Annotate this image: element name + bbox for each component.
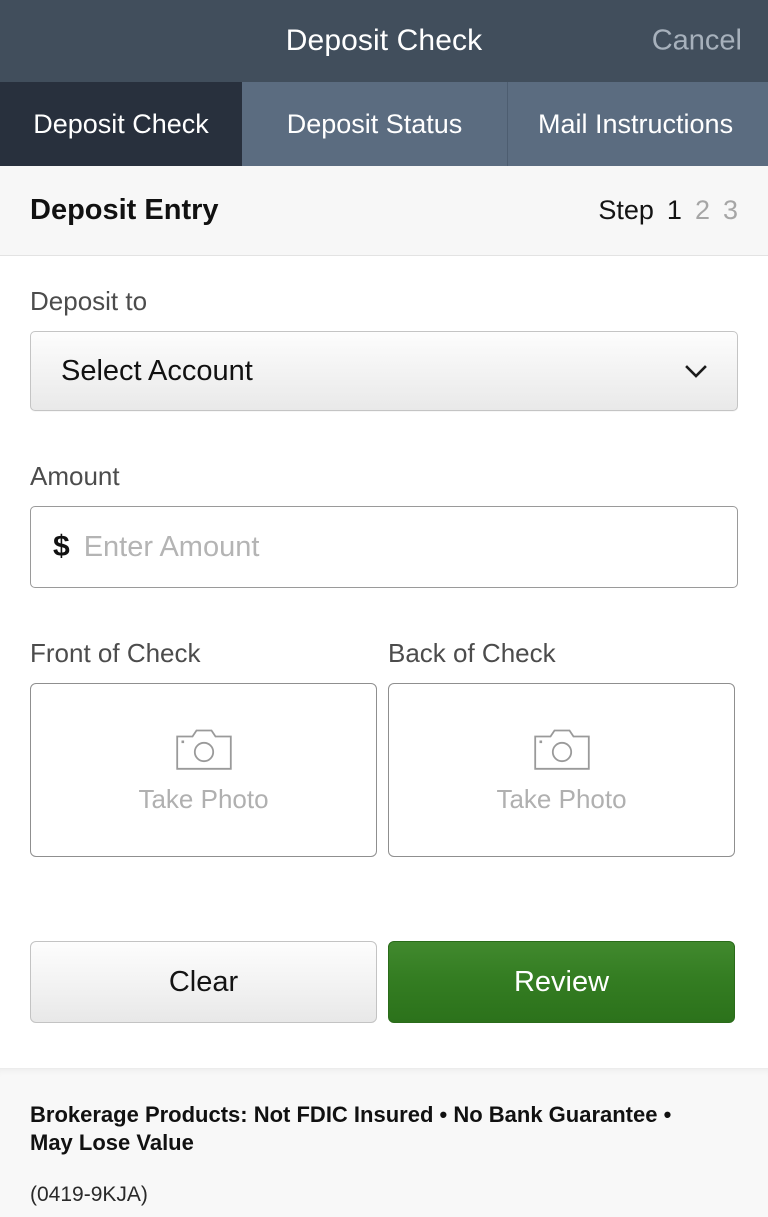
review-button[interactable]: Review [388,941,735,1023]
back-of-check-caption: Take Photo [496,783,627,814]
front-of-check-caption: Take Photo [138,783,269,814]
cancel-button[interactable]: Cancel [652,25,742,58]
back-of-check-capture[interactable]: Take Photo [388,683,735,857]
form-actions: Clear Review [30,941,738,1023]
account-select[interactable]: Select Account [30,331,738,411]
front-of-check-group: Front of Check Take Photo [30,638,377,857]
front-of-check-capture[interactable]: Take Photo [30,683,377,857]
page-title: Deposit Check [285,24,483,57]
step-label: Step [598,195,654,225]
front-of-check-label: Front of Check [30,638,201,668]
step-indicator: Step 1 2 3 [598,195,738,226]
section-title: Deposit Entry [30,194,219,226]
step-1[interactable]: 1 [667,195,682,226]
chevron-down-icon [683,358,709,384]
tab-label: Deposit Check [33,108,209,139]
deposit-to-label: Deposit to [30,286,148,316]
amount-field-wrapper[interactable]: $ [30,506,738,588]
account-select-value: Select Account [61,354,253,387]
tab-label: Mail Instructions [538,108,734,139]
camera-icon [175,726,232,770]
back-of-check-label: Back of Check [388,638,556,668]
tab-label: Deposit Status [286,108,463,139]
deposit-check-screen: Deposit Check Cancel Deposit Check Depos… [0,0,768,1217]
tab-deposit-status[interactable]: Deposit Status [242,82,508,166]
step-2[interactable]: 2 [695,195,710,226]
tab-mail-instructions[interactable]: Mail Instructions [508,82,768,166]
tab-bar: Deposit Check Deposit Status Mail Instru… [0,82,768,166]
camera-icon [533,726,590,770]
amount-label: Amount [30,461,120,491]
section-header: Deposit Entry Step 1 2 3 [0,166,768,256]
footer-disclosure: Brokerage Products: Not FDIC Insured • N… [0,1068,768,1217]
review-button-label: Review [513,965,610,998]
titlebar: Deposit Check Cancel [0,0,768,82]
back-of-check-group: Back of Check Take Photo [388,638,735,857]
clear-button-label: Clear [168,965,239,998]
deposit-form: Deposit to Select Account Amount $ Front… [0,256,768,1068]
clear-button[interactable]: Clear [30,941,377,1023]
check-photos-row: Front of Check Take Photo Back of Check [30,638,738,857]
legal-disclaimer: Brokerage Products: Not FDIC Insured • N… [30,1102,672,1156]
step-3[interactable]: 3 [723,195,738,226]
amount-input[interactable] [83,530,715,564]
tab-deposit-check[interactable]: Deposit Check [0,82,242,166]
disclosure-code: (0419-9KJA) [30,1183,148,1207]
currency-symbol: $ [53,530,70,563]
